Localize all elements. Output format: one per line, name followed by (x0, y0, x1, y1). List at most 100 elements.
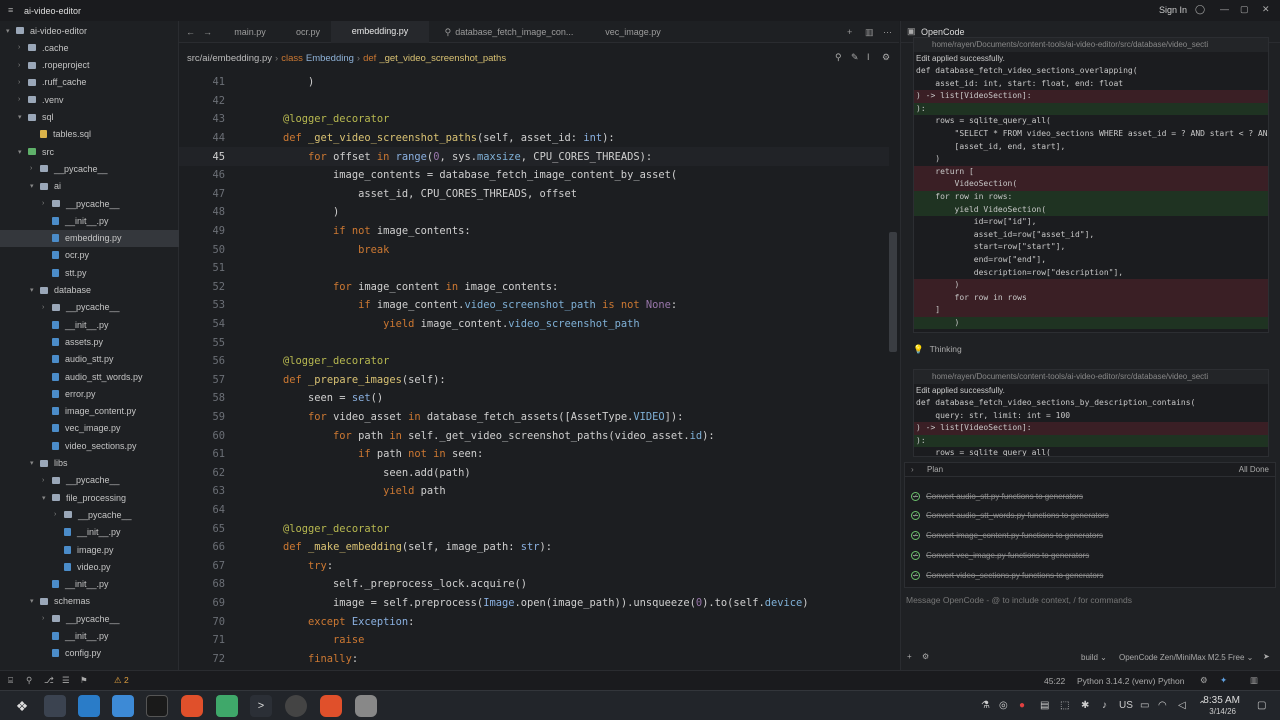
keyboard-layout[interactable]: US (1119, 700, 1133, 711)
tree-item[interactable]: stt.py (0, 264, 179, 281)
clock-date[interactable]: 3/14/26 (1200, 707, 1236, 716)
settings-icon[interactable]: ⚙ (922, 652, 929, 661)
code-line[interactable]: 44 def _get_video_screenshot_paths(self, … (179, 129, 889, 148)
breadcrumb-class[interactable]: Embedding (306, 53, 354, 64)
code-line[interactable]: 45 for offset in range(0, sys.maxsize, C… (179, 147, 889, 166)
tree-item[interactable]: image_content.py (0, 403, 179, 420)
settings-icon[interactable]: ⚙ (882, 52, 890, 63)
tree-item[interactable]: › __pycache__ (0, 195, 179, 212)
code-line[interactable]: 66 def _make_embedding(self, image_path: … (179, 538, 889, 557)
diagnostics-icon[interactable]: ⚑ (80, 675, 88, 686)
clock-time[interactable]: 8:35 AM (1200, 695, 1240, 706)
tab-0[interactable]: main.py (219, 21, 281, 43)
tab-3[interactable]: ⚲ database_fetch_image_con... (431, 21, 587, 43)
tab-1[interactable]: ocr.py (287, 21, 329, 43)
tree-item[interactable]: ▾ src (0, 143, 179, 160)
code-line[interactable]: 48 ) (179, 203, 889, 222)
minimize-icon[interactable]: — (1220, 4, 1229, 14)
network-icon[interactable]: ⚗ (981, 700, 990, 711)
code-line[interactable]: 59 for video_asset in database_fetch_ass… (179, 408, 889, 427)
monitor-app-icon[interactable] (216, 695, 238, 717)
breadcrumb-path[interactable]: src/ai/embedding.py (187, 53, 272, 64)
tree-item[interactable]: ▾ file_processing (0, 489, 179, 506)
task-manager-icon[interactable] (44, 695, 66, 717)
editor-app-icon[interactable] (146, 695, 168, 717)
tree-item[interactable]: audio_stt_words.py (0, 368, 179, 385)
new-tab-icon[interactable]: + (847, 27, 852, 37)
wifi-icon[interactable]: ◠ (1158, 700, 1167, 711)
outline-icon[interactable]: ☰ (62, 675, 70, 686)
code-line[interactable]: 65 @logger_decorator (179, 519, 889, 538)
diff-file-path[interactable]: home/rayen/Documents/content-tools/ai-vi… (914, 370, 1268, 384)
tree-item[interactable]: ▾ ai (0, 178, 179, 195)
tree-item[interactable]: › __pycache__ (0, 506, 179, 523)
thinking-label[interactable]: 💡 Thinking (913, 344, 962, 355)
account-icon[interactable]: ◯ (1195, 4, 1205, 15)
brave-browser-icon[interactable] (320, 695, 342, 717)
tree-item[interactable]: ▾ ai-video-editor (0, 22, 179, 39)
code-line[interactable]: 62 seen.add(path) (179, 464, 889, 483)
tree-item[interactable]: audio_stt.py (0, 351, 179, 368)
cursor-position[interactable]: 45:22 (1044, 676, 1065, 686)
code-line[interactable]: 50 break (179, 240, 889, 259)
tree-item[interactable]: › .cache (0, 39, 179, 56)
tree-item[interactable]: › .ropeproject (0, 57, 179, 74)
code-line[interactable]: 63 yield path (179, 482, 889, 501)
sign-in-button[interactable]: Sign In (1159, 5, 1187, 15)
tree-item[interactable]: video.py (0, 558, 179, 575)
code-line[interactable]: 61 if path not in seen: (179, 445, 889, 464)
code-line[interactable]: 49 if not image_contents: (179, 222, 889, 241)
code-line[interactable]: 67 try: (179, 557, 889, 576)
plan-header[interactable]: › Plan All Done (905, 463, 1275, 477)
clipboard-icon[interactable]: ▤ (1040, 700, 1049, 711)
tree-item[interactable]: error.py (0, 385, 179, 402)
mode-select[interactable]: build ⌄ (1081, 653, 1107, 662)
show-desktop-icon[interactable]: ▢ (1257, 700, 1266, 711)
back-arrow-icon[interactable]: ← (186, 27, 195, 37)
battery-icon[interactable]: ▭ (1140, 700, 1149, 711)
obs-icon[interactable] (285, 695, 307, 717)
tree-item[interactable]: tables.sql (0, 126, 179, 143)
git-icon[interactable]: ⎇ (44, 675, 54, 686)
tree-item[interactable]: ▾ sql (0, 109, 179, 126)
code-line[interactable]: 53 if image_content.video_screenshot_pat… (179, 296, 889, 315)
code-line[interactable]: 43 @logger_decorator (179, 110, 889, 129)
tree-item[interactable]: image.py (0, 541, 179, 558)
store-icon[interactable] (78, 695, 100, 717)
code-line[interactable]: 58 seen = set() (179, 389, 889, 408)
layout-icon[interactable]: ▥ (1250, 675, 1258, 686)
tree-item[interactable]: ▾ database (0, 282, 179, 299)
files-icon[interactable] (112, 695, 134, 717)
tree-item[interactable]: › __pycache__ (0, 610, 179, 627)
notification-icon[interactable]: ⚙ (1200, 675, 1208, 686)
code-line[interactable]: 51 (179, 259, 889, 278)
code-line[interactable]: 52 for image_content in image_contents: (179, 278, 889, 297)
add-icon[interactable]: + (907, 652, 912, 661)
inline-assist-icon[interactable]: ✎ (851, 52, 859, 63)
tree-item[interactable]: ocr.py (0, 247, 179, 264)
cursor-icon[interactable]: I (867, 52, 870, 62)
code-line[interactable]: 41 ) (179, 73, 889, 92)
tab-2[interactable]: embedding.py (331, 21, 429, 43)
code-line[interactable]: 42 (179, 92, 889, 111)
code-line[interactable]: 70 except Exception: (179, 612, 889, 631)
tree-item[interactable]: › .ruff_cache (0, 74, 179, 91)
code-line[interactable]: 69 image = self.preprocess(Image.open(im… (179, 594, 889, 613)
search-icon[interactable]: ⚲ (26, 675, 32, 686)
record-icon[interactable]: ● (1019, 700, 1025, 711)
terminal-icon[interactable]: > (250, 695, 272, 717)
code-line[interactable]: 55 (179, 333, 889, 352)
code-line[interactable]: 56 @logger_decorator (179, 352, 889, 371)
send-icon[interactable]: ➤ (1263, 652, 1270, 661)
code-line[interactable]: 46 image_contents = database_fetch_image… (179, 166, 889, 185)
volume-icon[interactable]: ◁ (1178, 700, 1186, 711)
tab-4[interactable]: vec_image.py (589, 21, 677, 43)
tree-item[interactable]: __init__.py (0, 576, 179, 593)
code-line[interactable]: 57 def _prepare_images(self): (179, 371, 889, 390)
project-name[interactable]: ai-video-editor (24, 6, 81, 16)
warning-icon[interactable]: ⚠ 2 (114, 675, 129, 686)
tree-item[interactable]: ▾ schemas (0, 593, 179, 610)
code-line[interactable]: 71 raise (179, 631, 889, 650)
app-menu-icon[interactable]: ≡ (8, 5, 16, 15)
more-icon[interactable]: ⋯ (883, 27, 892, 38)
